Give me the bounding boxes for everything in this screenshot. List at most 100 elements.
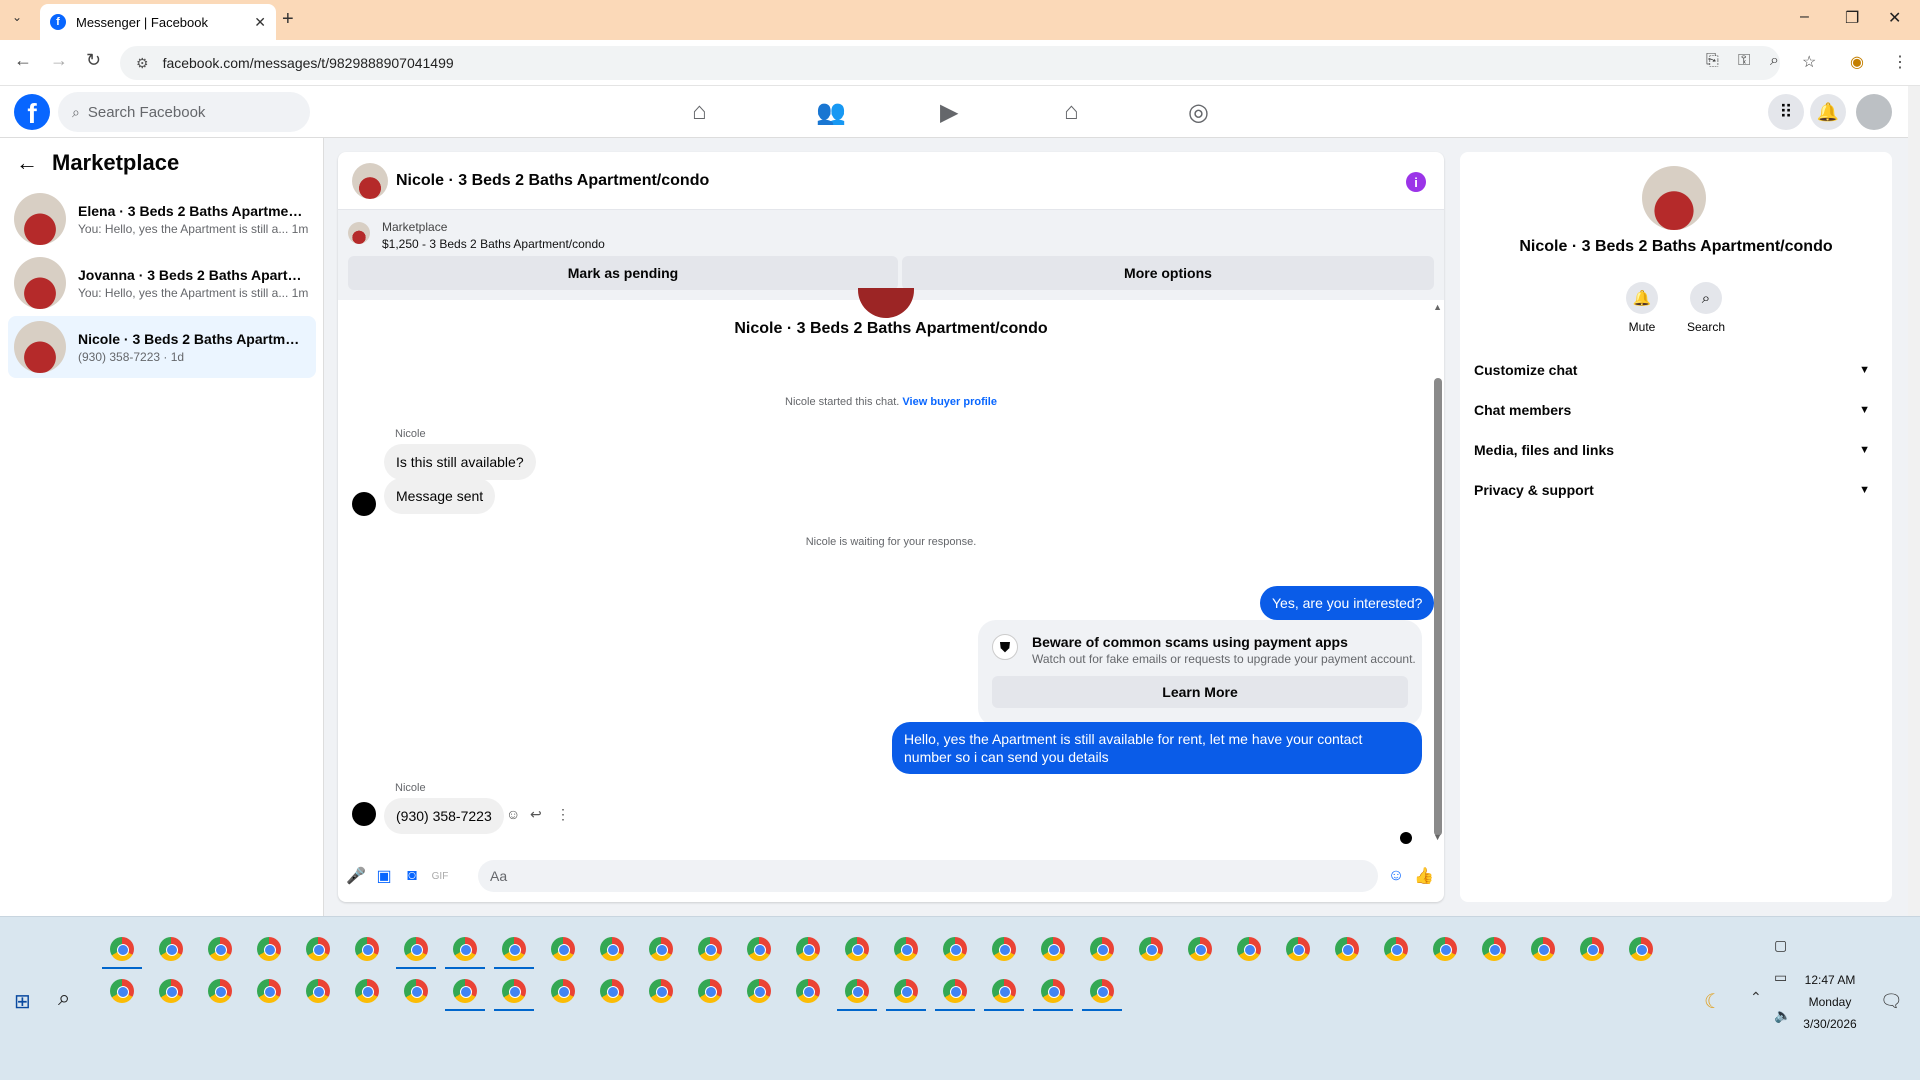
sticker-icon[interactable]: ◙ bbox=[402, 866, 422, 886]
search-in-chat-button[interactable]: ⌕ Search bbox=[1676, 282, 1736, 334]
chrome-profile-icon[interactable] bbox=[1433, 937, 1457, 961]
window-close-icon[interactable]: ✕ bbox=[1888, 8, 1901, 28]
chrome-profile-icon[interactable] bbox=[796, 979, 820, 1003]
message-input[interactable]: Aa bbox=[478, 860, 1378, 892]
site-info-icon[interactable]: ⚙ bbox=[136, 55, 149, 72]
gif-icon[interactable]: GIF bbox=[430, 866, 450, 886]
mark-as-pending-button[interactable]: Mark as pending bbox=[348, 256, 898, 290]
chrome-profile-icon[interactable] bbox=[1482, 937, 1506, 961]
incoming-message[interactable]: (930) 358-7223 bbox=[384, 798, 504, 834]
emoji-icon[interactable]: ☺ bbox=[1386, 866, 1406, 886]
chrome-profile-icon[interactable] bbox=[551, 937, 575, 961]
install-app-icon[interactable]: ⎘ bbox=[1706, 52, 1719, 70]
chrome-profile-icon[interactable] bbox=[208, 979, 232, 1003]
video-icon[interactable]: ▶ bbox=[940, 98, 958, 127]
account-avatar[interactable] bbox=[1856, 94, 1892, 130]
chrome-profile-icon[interactable] bbox=[159, 979, 183, 1003]
chrome-profile-icon[interactable] bbox=[600, 937, 624, 961]
chrome-profile-icon[interactable] bbox=[894, 979, 918, 1003]
customize-chat-section[interactable]: Customize chat ▼ bbox=[1472, 352, 1880, 388]
chrome-profile-icon[interactable] bbox=[355, 979, 379, 1003]
chrome-profile-icon[interactable] bbox=[110, 979, 134, 1003]
view-buyer-profile-link[interactable]: View buyer profile bbox=[902, 396, 997, 408]
chrome-profile-icon[interactable] bbox=[992, 937, 1016, 961]
taskbar-clock[interactable]: 12:47 AM Monday 3/30/2026 bbox=[1790, 969, 1870, 1035]
chrome-profile-icon[interactable] bbox=[208, 937, 232, 961]
microphone-icon[interactable]: 🎤 bbox=[346, 866, 366, 886]
react-emoji-icon[interactable]: ☺ bbox=[506, 806, 520, 822]
page-scrollbar[interactable] bbox=[1908, 86, 1920, 916]
more-options-button[interactable]: More options bbox=[902, 256, 1434, 290]
browser-menu-icon[interactable]: ⋮ bbox=[1892, 52, 1908, 72]
home-icon[interactable]: ⌂ bbox=[692, 98, 707, 126]
chrome-profile-icon[interactable] bbox=[257, 979, 281, 1003]
back-arrow-icon[interactable]: ← bbox=[14, 50, 32, 71]
chrome-profile-icon[interactable] bbox=[1237, 937, 1261, 961]
chrome-profile-icon[interactable] bbox=[159, 937, 183, 961]
display-icon[interactable]: ▭ bbox=[1774, 969, 1787, 986]
new-tab-plus-icon[interactable]: + bbox=[282, 8, 294, 31]
chrome-profile-icon[interactable] bbox=[943, 937, 967, 961]
conversation-item[interactable]: Elena · 3 Beds 2 Baths Apartment/... You… bbox=[8, 188, 316, 250]
conversation-item-active[interactable]: Nicole · 3 Beds 2 Baths Apartment... (93… bbox=[8, 316, 316, 378]
chrome-profile-icon[interactable] bbox=[453, 937, 477, 961]
meet-now-icon[interactable]: ▢ bbox=[1774, 937, 1787, 954]
chrome-profile-icon[interactable] bbox=[649, 979, 673, 1003]
tab-close-icon[interactable]: ✕ bbox=[254, 14, 266, 31]
chrome-profile-icon[interactable] bbox=[355, 937, 379, 961]
chrome-profile-icon[interactable] bbox=[796, 937, 820, 961]
reply-icon[interactable]: ↩ bbox=[530, 806, 542, 823]
volume-icon[interactable]: 🔈 bbox=[1774, 1007, 1791, 1024]
chrome-profile-icon[interactable] bbox=[1286, 937, 1310, 961]
forward-arrow-icon[interactable]: → bbox=[50, 50, 68, 71]
chrome-profile-icon[interactable] bbox=[649, 937, 673, 961]
notification-center-icon[interactable]: 🗨 bbox=[1880, 991, 1903, 1012]
mute-button[interactable]: 🔔 Mute bbox=[1612, 282, 1672, 334]
profile-icon[interactable]: ◉ bbox=[1850, 52, 1864, 72]
chrome-profile-icon[interactable] bbox=[257, 937, 281, 961]
chrome-profile-icon[interactable] bbox=[1580, 937, 1604, 961]
chrome-profile-icon[interactable] bbox=[943, 979, 967, 1003]
scroll-down-arrow-icon[interactable]: ▼ bbox=[1433, 832, 1442, 842]
chrome-profile-icon[interactable] bbox=[1335, 937, 1359, 961]
address-bar[interactable]: ⚙ facebook.com/messages/t/98298889070414… bbox=[120, 46, 1780, 80]
chrome-profile-icon[interactable] bbox=[698, 937, 722, 961]
restore-icon[interactable]: ❐ bbox=[1845, 8, 1859, 28]
facebook-logo[interactable]: f bbox=[14, 94, 50, 130]
chrome-profile-icon[interactable] bbox=[1188, 937, 1212, 961]
privacy-support-section[interactable]: Privacy & support ▼ bbox=[1472, 472, 1880, 508]
chrome-profile-icon[interactable] bbox=[306, 937, 330, 961]
marketplace-icon[interactable]: ⌂ bbox=[1064, 98, 1079, 126]
photo-icon[interactable]: ▣ bbox=[374, 866, 394, 886]
chrome-profile-icon[interactable] bbox=[404, 937, 428, 961]
more-actions-icon[interactable]: ⋮ bbox=[556, 806, 570, 823]
listing-title[interactable]: $1,250 - 3 Beds 2 Baths Apartment/condo bbox=[382, 237, 605, 251]
minimize-icon[interactable]: – bbox=[1800, 8, 1809, 26]
chrome-profile-icon[interactable] bbox=[551, 979, 575, 1003]
conversation-item[interactable]: Jovanna · 3 Beds 2 Baths Apartme... You:… bbox=[8, 252, 316, 314]
chat-members-section[interactable]: Chat members ▼ bbox=[1472, 392, 1880, 428]
outgoing-message[interactable]: Yes, are you interested? bbox=[1260, 586, 1435, 620]
chrome-profile-icon[interactable] bbox=[453, 979, 477, 1003]
chrome-profile-icon[interactable] bbox=[894, 937, 918, 961]
chrome-profile-icon[interactable] bbox=[845, 979, 869, 1003]
chrome-profile-icon[interactable] bbox=[1531, 937, 1555, 961]
bookmark-star-icon[interactable]: ☆ bbox=[1802, 52, 1816, 72]
facebook-search-input[interactable]: ⌕ Search Facebook bbox=[58, 92, 310, 132]
outgoing-message[interactable]: Hello, yes the Apartment is still availa… bbox=[892, 722, 1422, 774]
notifications-bell-icon[interactable]: 🔔 bbox=[1810, 94, 1846, 130]
media-files-links-section[interactable]: Media, files and links ▼ bbox=[1472, 432, 1880, 468]
zoom-icon[interactable]: ⌕ bbox=[1770, 52, 1779, 70]
info-icon[interactable]: i bbox=[1406, 172, 1426, 192]
chat-title[interactable]: Nicole · 3 Beds 2 Baths Apartment/condo bbox=[396, 172, 709, 190]
learn-more-button[interactable]: Learn More bbox=[992, 676, 1408, 708]
chrome-profile-icon[interactable] bbox=[502, 937, 526, 961]
chrome-profile-icon[interactable] bbox=[110, 937, 134, 961]
chrome-profile-icon[interactable] bbox=[1090, 979, 1114, 1003]
chrome-profile-icon[interactable] bbox=[404, 979, 428, 1003]
menu-grid-icon[interactable]: ⠿ bbox=[1768, 94, 1804, 130]
incoming-message[interactable]: Message sent bbox=[384, 478, 496, 514]
scroll-up-arrow-icon[interactable]: ▲ bbox=[1433, 302, 1442, 312]
chrome-profile-icon[interactable] bbox=[698, 979, 722, 1003]
chat-avatar[interactable] bbox=[352, 162, 388, 199]
